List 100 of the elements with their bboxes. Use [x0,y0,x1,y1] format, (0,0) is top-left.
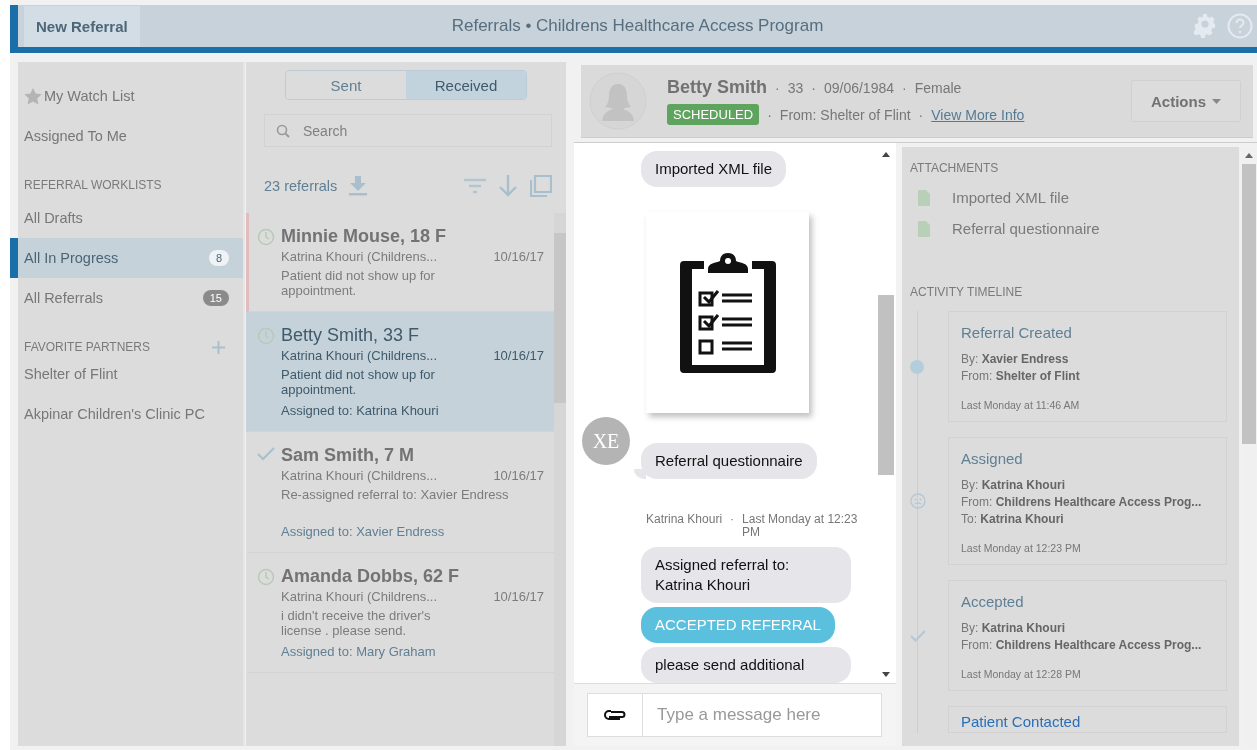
event-detail: From: Childrens Healthcare Access Prog... [961,637,1203,654]
section-heading: FAVORITE PARTNERS [24,340,151,354]
attachment-bubble[interactable]: Imported XML file [641,151,786,187]
worklist-item[interactable]: All Referrals 15 [18,278,243,318]
event-time: Last Monday at 11:46 AM [961,399,1081,411]
check-icon [910,629,926,642]
referral-date: 10/16/17 [493,589,544,604]
event-title: Assigned [961,450,1024,467]
avatar-icon [589,72,647,130]
referral-count: 23 referrals [264,178,338,194]
separator-dot: · [918,106,924,123]
separator-dot: · [811,79,816,96]
scrollbar[interactable] [554,213,566,746]
app-title: Referrals • Childrens Healthcare Access Program [451,16,824,36]
separator-dot: · [775,79,780,96]
watch-list-link[interactable]: My Watch List [18,76,243,116]
clock-icon [257,228,275,246]
referral-source: From: Shelter of Flint [779,106,911,123]
attachment-bubble[interactable]: Referral questionnaire [641,443,817,479]
new-referral-button[interactable]: New Referral [24,5,140,47]
patient-name: Betty Smith [667,77,767,98]
scroll-up-icon[interactable] [1245,153,1253,158]
caret-icon [1212,98,1221,104]
attachment-link[interactable]: Imported XML file [952,189,1069,206]
referral-item[interactable]: Betty Smith, 33 F Katrina Khouri (Childrens... 10/16/17 Patient did not show up for appointment. Assigned to: Katrina Khouri [246,312,554,432]
event-time: Last Monday at 12:23 PM [961,542,1082,554]
settings-icon[interactable] [1193,14,1217,38]
attachment-preview[interactable] [646,212,809,413]
referral-sender: Katrina Khouri (Childrens... [281,348,438,363]
user-avatar: XE [582,417,630,465]
assignee-text: Assigned to: Xavier Endress [281,524,446,539]
message-time: Last Monday at 12:23 PM [742,513,858,539]
tab[interactable]: Received [406,71,526,99]
assigned-to-me-link[interactable]: Assigned To Me [18,116,243,156]
filter-icon[interactable] [464,178,486,194]
event-title: Referral Created [961,324,1073,341]
event-detail: By: Katrina Khouri [961,620,1066,637]
section-heading: ATTACHMENTS [910,161,1000,175]
worklist-label: All Referrals [24,290,103,306]
patient-sex: Female [914,79,962,96]
scroll-down-icon[interactable] [882,672,890,677]
clock-icon [257,327,275,345]
file-icon [918,220,930,237]
window-icon[interactable] [530,175,552,197]
patient-age: 33 [787,79,804,96]
event-title: Accepted [961,593,1025,610]
referral-note: Re-assigned referral to: Xavier Endress [281,487,510,502]
assignee-text: Assigned to: Katrina Khouri [281,403,440,418]
referral-sender: Katrina Khouri (Childrens... [281,589,438,604]
referral-sender: Katrina Khouri (Childrens... [281,468,438,483]
event-title: Patient Contacted [961,713,1082,730]
separator-dot: · [902,79,907,96]
view-more-info-link[interactable]: View More Info [931,106,1025,123]
clock-icon [257,568,275,586]
search-icon [276,124,290,138]
sort-arrow-icon[interactable] [498,175,518,197]
attach-button[interactable] [587,693,642,737]
event-detail: To: Katrina Khouri [961,511,1065,528]
dot-icon [910,359,924,374]
event-detail: By: Katrina Khouri [961,477,1066,494]
event-bubble: ACCEPTED REFERRAL [641,607,835,643]
count-badge: 15 [202,290,229,306]
event-detail: From: Shelter of Flint [961,368,1081,385]
count-badge: 8 [208,250,229,266]
message-input[interactable]: Type a message here [642,693,882,737]
event-time: Last Monday at 12:28 PM [961,668,1082,680]
actions-button[interactable]: Actions [1131,80,1241,122]
message-bubble: please send additional [641,647,851,683]
referral-note: Patient did not show up for appointment. [281,268,436,298]
download-icon[interactable] [349,176,368,196]
scroll-up-icon[interactable] [882,152,890,157]
status-badge: SCHEDULED [667,104,760,125]
plus-icon[interactable] [212,340,225,354]
separator-dot: · [767,106,772,123]
file-icon [918,189,930,206]
check-icon [257,447,275,461]
message-author: Katrina Khouri [646,513,723,526]
worklist-item[interactable]: All In Progress 8 [10,238,243,278]
partner-link[interactable]: Shelter of Flint [18,354,243,394]
patient-name: Amanda Dobbs, 62 F [281,566,461,587]
help-icon[interactable] [1227,13,1253,39]
worklist-label: All Drafts [24,210,83,226]
face-icon [910,493,926,509]
worklist-item[interactable]: All Drafts [18,198,243,238]
patient-name: Sam Smith, 7 M [281,445,416,466]
section-heading: ACTIVITY TIMELINE [910,285,1024,299]
patient-birthdate: 09/06/1984 [823,79,894,96]
bubble-tail [634,469,646,479]
clipboard-icon [679,252,776,373]
attachment-link[interactable]: Referral questionnaire [952,220,1100,237]
referral-sender: Katrina Khouri (Childrens... [281,249,438,264]
assignee-text: Assigned to: Mary Graham [281,644,437,659]
separator-dot: · [729,513,736,526]
patient-name: Minnie Mouse, 18 F [281,226,448,247]
referral-date: 10/16/17 [493,348,544,363]
search-field[interactable]: Search [264,114,552,147]
message-bubble: Assigned referral to: Katrina Khouri [641,547,851,603]
partner-link[interactable]: Akpinar Children's Clinic PC [18,394,243,434]
worklist-label: All In Progress [24,250,119,266]
event-detail: From: Childrens Healthcare Access Prog... [961,494,1203,511]
